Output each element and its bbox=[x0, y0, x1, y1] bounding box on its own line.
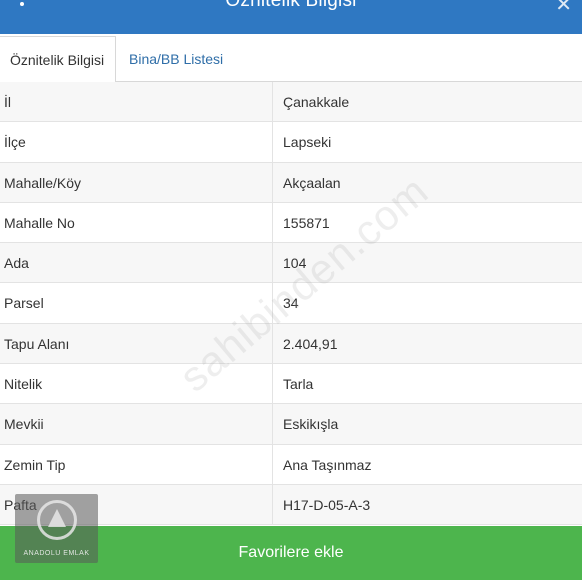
modal-header: Öznitelik Bilgisi ✕ bbox=[0, 0, 582, 34]
attribute-value: 2.404,91 bbox=[283, 335, 338, 352]
tab-bina-bb-listesi[interactable]: Bina/BB Listesi bbox=[119, 36, 233, 82]
tab-bar: Öznitelik Bilgisi Bina/BB Listesi bbox=[0, 36, 582, 83]
attribute-value: 34 bbox=[283, 295, 299, 312]
attribute-key: Mevkii bbox=[0, 404, 273, 444]
table-row: Nitelik Tarla bbox=[0, 364, 582, 405]
attribute-value: H17-D-05-A-3 bbox=[283, 496, 371, 513]
attribute-key: Tapu Alanı bbox=[0, 323, 273, 364]
attribute-key: İlçe bbox=[0, 122, 273, 162]
attribute-key: Nitelik bbox=[0, 364, 273, 404]
logo: ANADOLU EMLAK bbox=[15, 494, 98, 563]
attribute-value: 155871 bbox=[283, 214, 330, 231]
attribute-value: Çanakkale bbox=[283, 94, 350, 110]
table-row: Mahalle No 155871 bbox=[0, 202, 582, 244]
table-row: İl Çanakkale bbox=[0, 82, 582, 123]
attribute-key: Parsel bbox=[0, 283, 273, 323]
table-row: Parsel 34 bbox=[0, 283, 582, 324]
attribute-value: Akçaalan bbox=[283, 174, 341, 191]
attribute-key: Zemin Tip bbox=[0, 444, 273, 484]
table-row: Mahalle/Köy Akçaalan bbox=[0, 162, 582, 203]
table-row: Zemin Tip Ana Taşınmaz bbox=[0, 444, 582, 485]
table-row: Tapu Alanı 2.404,91 bbox=[0, 323, 582, 365]
tab-oznitelik-bilgisi[interactable]: Öznitelik Bilgisi bbox=[0, 36, 116, 83]
logo-text: ANADOLU EMLAK bbox=[23, 550, 90, 557]
attribute-value: 104 bbox=[283, 255, 307, 272]
attribute-key: Ada bbox=[0, 243, 273, 283]
attribute-key: İl bbox=[0, 82, 273, 122]
attribute-key: Mahalle/Köy bbox=[0, 162, 273, 202]
attribute-table: İl Çanakkale İlçe Lapseki Mahalle/Köy Ak… bbox=[0, 82, 582, 526]
table-row: Ada 104 bbox=[0, 243, 582, 284]
attribute-value: Tarla bbox=[283, 376, 314, 393]
attribute-value: Lapseki bbox=[283, 134, 332, 151]
attribute-key: Mahalle No bbox=[0, 202, 273, 243]
attribute-value: Ana Taşınmaz bbox=[283, 456, 372, 473]
modal-title: Öznitelik Bilgisi bbox=[225, 0, 357, 11]
table-row: Mevkii Eskikışla bbox=[0, 404, 582, 445]
table-row: İlçe Lapseki bbox=[0, 122, 582, 163]
close-icon[interactable]: ✕ bbox=[555, 0, 572, 17]
attribute-value: Eskikışla bbox=[283, 416, 339, 433]
logo-emblem-icon bbox=[37, 500, 77, 540]
